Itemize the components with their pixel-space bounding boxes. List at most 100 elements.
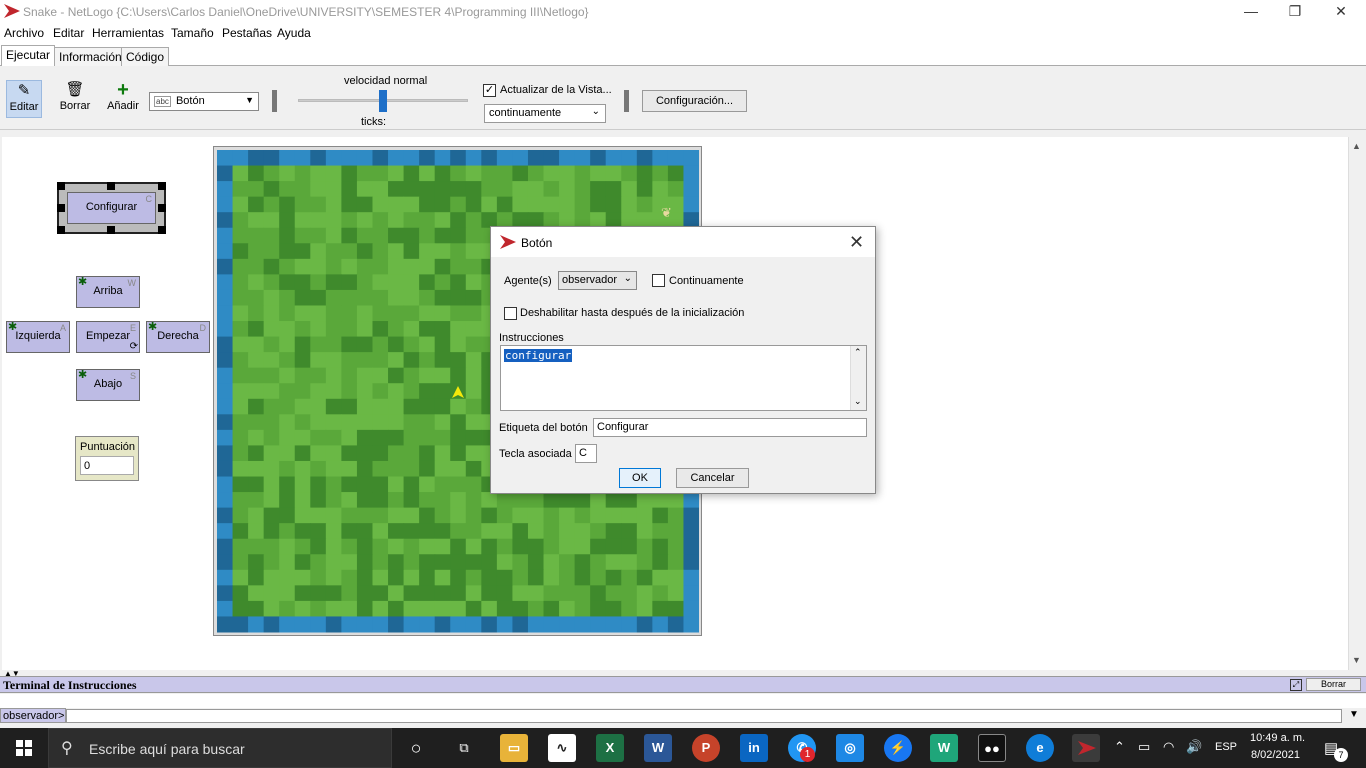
scroll-up-icon[interactable]: ▲ [1352, 141, 1361, 151]
dailymotion-icon[interactable]: ●● [978, 734, 1006, 762]
grass-patch [279, 492, 296, 509]
tab-codigo[interactable]: Código [121, 47, 170, 66]
forever-checkbox[interactable] [652, 274, 665, 287]
grass-patch [450, 243, 467, 260]
tab-informacion[interactable]: Información [54, 47, 127, 66]
edge-icon[interactable]: e [1026, 734, 1054, 762]
file-explorer-icon[interactable]: ▭ [500, 734, 528, 762]
menu-editar[interactable]: Editar [53, 26, 84, 40]
action-key-input[interactable]: C [575, 444, 597, 463]
battery-icon[interactable]: ▭ [1138, 739, 1150, 755]
tab-ejecutar[interactable]: Ejecutar [1, 45, 56, 67]
netlogo-taskbar-icon[interactable] [1072, 734, 1100, 762]
restore-button[interactable]: ❐ [1272, 0, 1318, 22]
left-button[interactable]: ✱ A Izquierda [6, 321, 70, 353]
update-view-checkbox[interactable]: ✓ [483, 84, 496, 97]
grass-patch [388, 445, 405, 462]
clock-date[interactable]: 8/02/2021 [1251, 749, 1300, 761]
dialog-close-icon[interactable]: ✕ [849, 232, 864, 253]
resize-handle[interactable] [57, 226, 65, 234]
up-button[interactable]: ✱ W Arriba [76, 276, 140, 308]
expand-icon[interactable]: ⤢ [1290, 679, 1302, 691]
menu-pestanas[interactable]: Pestañas [222, 26, 272, 40]
ok-button[interactable]: OK [619, 468, 661, 488]
grass-patch [590, 523, 607, 540]
clear-button[interactable]: Borrar [1306, 678, 1361, 691]
command-input[interactable] [66, 709, 1342, 723]
grass-patch [263, 258, 280, 275]
resize-handle[interactable] [158, 226, 166, 234]
display-name-input[interactable]: Configurar [593, 418, 867, 437]
cortana-icon[interactable]: ○ [402, 734, 430, 762]
resize-handle[interactable] [107, 182, 115, 190]
grass-patch [388, 181, 405, 198]
grass-patch [419, 554, 436, 571]
workspace-scrollbar[interactable]: ▲ ▼ [1348, 137, 1366, 670]
history-dropdown-icon[interactable]: ▼ [1344, 709, 1364, 723]
powerpoint-icon[interactable]: P [692, 734, 720, 762]
word-icon[interactable]: W [644, 734, 672, 762]
menu-tamano[interactable]: Tamaño [171, 26, 214, 40]
minimize-button[interactable]: — [1228, 0, 1274, 22]
right-button[interactable]: ✱ D Derecha [146, 321, 210, 353]
resize-handle[interactable] [57, 204, 65, 212]
scroll-up-icon[interactable]: ⌃ [854, 347, 862, 358]
messenger-icon[interactable]: ⚡ [884, 734, 912, 762]
settings-button[interactable]: Configuración... [642, 90, 747, 112]
edit-button[interactable]: ✎ Editar [6, 80, 42, 118]
resize-handle[interactable] [158, 182, 166, 190]
menu-ayuda[interactable]: Ayuda [277, 26, 311, 40]
instagram-icon[interactable]: ◎ [836, 734, 864, 762]
grass-patch [403, 445, 420, 462]
language-indicator[interactable]: ESP [1215, 741, 1237, 753]
speed-slider-thumb[interactable] [379, 90, 387, 112]
menu-herramientas[interactable]: Herramientas [92, 26, 164, 40]
clock-time[interactable]: 10:49 a. m. [1250, 732, 1305, 744]
cancel-button[interactable]: Cancelar [676, 468, 749, 488]
delete-button[interactable]: 🗑 Borrar [55, 80, 95, 118]
menu-archivo[interactable]: Archivo [4, 26, 44, 40]
observer-prompt[interactable]: observador> [0, 708, 66, 723]
add-button[interactable]: + Añadir [104, 80, 142, 118]
grass-patch [527, 492, 545, 509]
grass-patch [294, 165, 311, 182]
grass-patch [512, 507, 529, 524]
resize-handle[interactable] [57, 182, 65, 190]
grass-patch [434, 429, 451, 446]
commands-scrollbar[interactable]: ⌃ ⌄ [850, 346, 866, 410]
go-button[interactable]: E Empezar ⟳ [76, 321, 140, 353]
grass-patch [481, 181, 498, 198]
webex-icon[interactable]: W [930, 734, 958, 762]
grass-patch [341, 538, 358, 555]
windows-start-icon[interactable] [0, 728, 48, 768]
chevron-up-icon[interactable]: ⌃ [1114, 739, 1125, 755]
netlogo-app-icon[interactable]: ∿ [548, 734, 576, 762]
update-mode-select[interactable]: continuamente ⌄ [484, 104, 606, 123]
resize-handle[interactable] [107, 226, 115, 234]
scroll-down-icon[interactable]: ⌄ [854, 396, 862, 407]
grass-patch [263, 445, 280, 462]
grass-patch [372, 212, 389, 229]
task-view-icon[interactable]: ⧉ [450, 734, 478, 762]
grass-patch [543, 523, 560, 540]
agents-select[interactable]: observador ⌄ [558, 271, 637, 290]
grass-patch [527, 538, 545, 555]
grass-patch [652, 181, 669, 198]
linkedin-icon[interactable]: in [740, 734, 768, 762]
setup-button-selection[interactable]: C Configurar [57, 182, 166, 234]
resize-handle[interactable] [158, 204, 166, 212]
scroll-down-icon[interactable]: ▼ [1352, 655, 1361, 665]
close-button[interactable]: ✕ [1318, 0, 1364, 22]
wifi-icon[interactable]: ◠ [1163, 739, 1174, 755]
score-monitor[interactable]: Puntuación 0 [75, 436, 139, 481]
volume-icon[interactable]: 🔊 [1186, 739, 1202, 755]
grass-patch [356, 383, 373, 400]
down-button[interactable]: ✱ S Abajo [76, 369, 140, 401]
commands-textarea[interactable]: configurar ⌃ ⌄ [500, 345, 867, 411]
setup-button[interactable]: C Configurar [67, 192, 156, 224]
taskbar-search[interactable]: ⚲ Escribe aquí para buscar [48, 728, 392, 768]
disable-until-setup-checkbox[interactable] [504, 307, 517, 320]
widget-type-select[interactable]: abc Botón ▼ [149, 92, 259, 111]
grass-patch [388, 538, 405, 555]
excel-icon[interactable]: X [596, 734, 624, 762]
